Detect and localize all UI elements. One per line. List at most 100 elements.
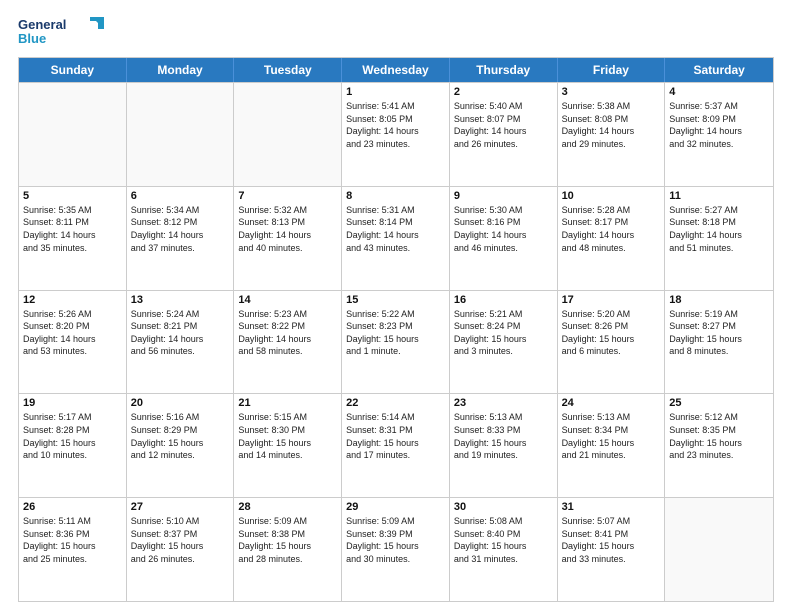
page-header: General Blue — [18, 15, 774, 47]
day-cell-8: 8 Sunrise: 5:31 AM Sunset: 8:14 PM Daylig… — [342, 187, 450, 290]
day-number: 9 — [454, 190, 553, 202]
day-info: Sunrise: 5:10 AM Sunset: 8:37 PM Dayligh… — [131, 515, 230, 565]
day-cell-2: 2 Sunrise: 5:40 AM Sunset: 8:07 PM Daylig… — [450, 83, 558, 186]
day-info: Sunrise: 5:12 AM Sunset: 8:35 PM Dayligh… — [669, 411, 769, 461]
day-header-friday: Friday — [558, 58, 666, 82]
day-number: 18 — [669, 294, 769, 306]
day-number: 23 — [454, 397, 553, 409]
day-cell-22: 22 Sunrise: 5:14 AM Sunset: 8:31 PM Dayli… — [342, 394, 450, 497]
day-header-tuesday: Tuesday — [234, 58, 342, 82]
day-cell-27: 27Sunrise: 5:10 AM Sunset: 8:37 PM Dayli… — [127, 498, 235, 601]
day-cell-16: 16 Sunrise: 5:21 AM Sunset: 8:24 PM Dayli… — [450, 291, 558, 394]
calendar: SundayMondayTuesdayWednesdayThursdayFrid… — [18, 57, 774, 602]
day-cell-21: 21 Sunrise: 5:15 AM Sunset: 8:30 PM Dayli… — [234, 394, 342, 497]
day-info: Sunrise: 5:22 AM Sunset: 8:23 PM Dayligh… — [346, 308, 445, 358]
calendar-body: 1Sunrise: 5:41 AM Sunset: 8:05 PM Daylig… — [19, 82, 773, 601]
day-number: 5 — [23, 190, 122, 202]
day-info: Sunrise: 5:40 AM Sunset: 8:07 PM Dayligh… — [454, 100, 553, 150]
day-number: 16 — [454, 294, 553, 306]
day-header-thursday: Thursday — [450, 58, 558, 82]
day-number: 30 — [454, 501, 553, 513]
day-number: 6 — [131, 190, 230, 202]
day-number: 1 — [346, 86, 445, 98]
day-cell-30: 30 Sunrise: 5:08 AM Sunset: 8:40 PM Dayli… — [450, 498, 558, 601]
day-info: Sunrise: 5:26 AM Sunset: 8:20 PM Dayligh… — [23, 308, 122, 358]
day-info: Sunrise: 5:31 AM Sunset: 8:14 PM Dayligh… — [346, 204, 445, 254]
day-info: Sunrise: 5:13 AM Sunset: 8:34 PM Dayligh… — [562, 411, 661, 461]
day-number: 2 — [454, 86, 553, 98]
day-info: Sunrise: 5:13 AM Sunset: 8:33 PM Dayligh… — [454, 411, 553, 461]
day-number: 25 — [669, 397, 769, 409]
svg-text:General: General — [18, 17, 66, 32]
day-info: Sunrise: 5:20 AM Sunset: 8:26 PM Dayligh… — [562, 308, 661, 358]
day-info: Sunrise: 5:09 AM Sunset: 8:38 PM Dayligh… — [238, 515, 337, 565]
empty-cell — [127, 83, 235, 186]
day-number: 13 — [131, 294, 230, 306]
day-cell-5: 5 Sunrise: 5:35 AM Sunset: 8:11 PM Daylig… — [19, 187, 127, 290]
day-info: Sunrise: 5:11 AM Sunset: 8:36 PM Dayligh… — [23, 515, 122, 565]
day-cell-1: 1Sunrise: 5:41 AM Sunset: 8:05 PM Daylig… — [342, 83, 450, 186]
calendar-row-2: 5 Sunrise: 5:35 AM Sunset: 8:11 PM Daylig… — [19, 186, 773, 290]
day-header-sunday: Sunday — [19, 58, 127, 82]
day-info: Sunrise: 5:21 AM Sunset: 8:24 PM Dayligh… — [454, 308, 553, 358]
empty-cell — [234, 83, 342, 186]
day-number: 15 — [346, 294, 445, 306]
day-cell-3: 3 Sunrise: 5:38 AM Sunset: 8:08 PM Daylig… — [558, 83, 666, 186]
calendar-row-4: 19 Sunrise: 5:17 AM Sunset: 8:28 PM Dayli… — [19, 393, 773, 497]
day-info: Sunrise: 5:16 AM Sunset: 8:29 PM Dayligh… — [131, 411, 230, 461]
day-cell-13: 13 Sunrise: 5:24 AM Sunset: 8:21 PM Dayli… — [127, 291, 235, 394]
logo-icon: General Blue — [18, 15, 108, 47]
day-info: Sunrise: 5:27 AM Sunset: 8:18 PM Dayligh… — [669, 204, 769, 254]
day-info: Sunrise: 5:14 AM Sunset: 8:31 PM Dayligh… — [346, 411, 445, 461]
day-cell-9: 9 Sunrise: 5:30 AM Sunset: 8:16 PM Daylig… — [450, 187, 558, 290]
day-info: Sunrise: 5:07 AM Sunset: 8:41 PM Dayligh… — [562, 515, 661, 565]
day-cell-29: 29Sunrise: 5:09 AM Sunset: 8:39 PM Dayli… — [342, 498, 450, 601]
calendar-row-3: 12Sunrise: 5:26 AM Sunset: 8:20 PM Dayli… — [19, 290, 773, 394]
empty-cell — [665, 498, 773, 601]
day-cell-18: 18 Sunrise: 5:19 AM Sunset: 8:27 PM Dayli… — [665, 291, 773, 394]
day-cell-28: 28 Sunrise: 5:09 AM Sunset: 8:38 PM Dayli… — [234, 498, 342, 601]
day-info: Sunrise: 5:30 AM Sunset: 8:16 PM Dayligh… — [454, 204, 553, 254]
day-number: 4 — [669, 86, 769, 98]
logo: General Blue — [18, 15, 108, 47]
day-header-saturday: Saturday — [665, 58, 773, 82]
day-cell-11: 11 Sunrise: 5:27 AM Sunset: 8:18 PM Dayli… — [665, 187, 773, 290]
day-number: 22 — [346, 397, 445, 409]
day-info: Sunrise: 5:24 AM Sunset: 8:21 PM Dayligh… — [131, 308, 230, 358]
day-info: Sunrise: 5:35 AM Sunset: 8:11 PM Dayligh… — [23, 204, 122, 254]
calendar-row-1: 1Sunrise: 5:41 AM Sunset: 8:05 PM Daylig… — [19, 82, 773, 186]
day-cell-14: 14 Sunrise: 5:23 AM Sunset: 8:22 PM Dayli… — [234, 291, 342, 394]
day-number: 28 — [238, 501, 337, 513]
day-cell-4: 4Sunrise: 5:37 AM Sunset: 8:09 PM Daylig… — [665, 83, 773, 186]
day-header-monday: Monday — [127, 58, 235, 82]
day-cell-25: 25 Sunrise: 5:12 AM Sunset: 8:35 PM Dayli… — [665, 394, 773, 497]
day-number: 3 — [562, 86, 661, 98]
day-number: 21 — [238, 397, 337, 409]
day-cell-17: 17Sunrise: 5:20 AM Sunset: 8:26 PM Dayli… — [558, 291, 666, 394]
day-number: 10 — [562, 190, 661, 202]
day-info: Sunrise: 5:23 AM Sunset: 8:22 PM Dayligh… — [238, 308, 337, 358]
day-info: Sunrise: 5:38 AM Sunset: 8:08 PM Dayligh… — [562, 100, 661, 150]
day-info: Sunrise: 5:17 AM Sunset: 8:28 PM Dayligh… — [23, 411, 122, 461]
day-cell-31: 31Sunrise: 5:07 AM Sunset: 8:41 PM Dayli… — [558, 498, 666, 601]
empty-cell — [19, 83, 127, 186]
day-header-wednesday: Wednesday — [342, 58, 450, 82]
day-info: Sunrise: 5:34 AM Sunset: 8:12 PM Dayligh… — [131, 204, 230, 254]
day-number: 26 — [23, 501, 122, 513]
day-number: 19 — [23, 397, 122, 409]
calendar-row-5: 26 Sunrise: 5:11 AM Sunset: 8:36 PM Dayli… — [19, 497, 773, 601]
day-info: Sunrise: 5:08 AM Sunset: 8:40 PM Dayligh… — [454, 515, 553, 565]
day-info: Sunrise: 5:15 AM Sunset: 8:30 PM Dayligh… — [238, 411, 337, 461]
day-cell-10: 10Sunrise: 5:28 AM Sunset: 8:17 PM Dayli… — [558, 187, 666, 290]
day-info: Sunrise: 5:19 AM Sunset: 8:27 PM Dayligh… — [669, 308, 769, 358]
day-cell-12: 12Sunrise: 5:26 AM Sunset: 8:20 PM Dayli… — [19, 291, 127, 394]
svg-text:Blue: Blue — [18, 31, 46, 46]
calendar-header: SundayMondayTuesdayWednesdayThursdayFrid… — [19, 58, 773, 82]
day-number: 11 — [669, 190, 769, 202]
day-number: 14 — [238, 294, 337, 306]
day-cell-19: 19 Sunrise: 5:17 AM Sunset: 8:28 PM Dayli… — [19, 394, 127, 497]
day-cell-24: 24Sunrise: 5:13 AM Sunset: 8:34 PM Dayli… — [558, 394, 666, 497]
day-number: 8 — [346, 190, 445, 202]
day-cell-7: 7Sunrise: 5:32 AM Sunset: 8:13 PM Daylig… — [234, 187, 342, 290]
day-number: 7 — [238, 190, 337, 202]
